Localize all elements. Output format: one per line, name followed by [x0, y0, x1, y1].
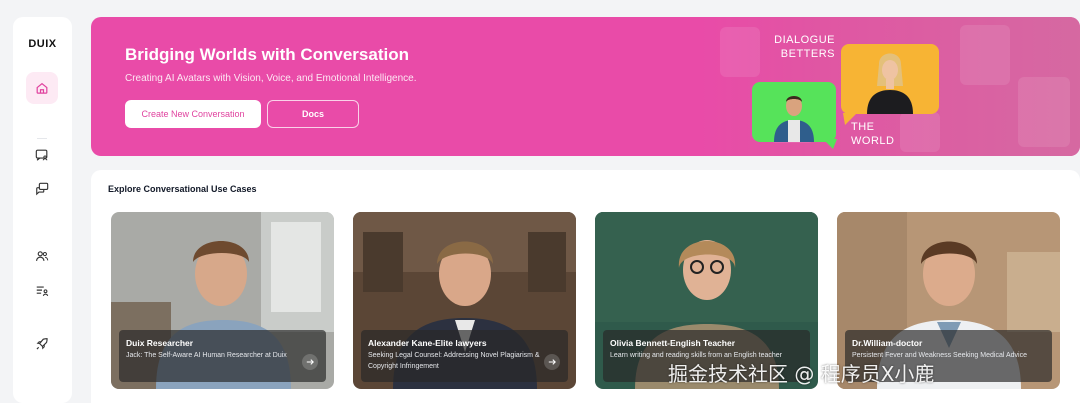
woman-portrait-image: [867, 53, 913, 114]
sidebar-item-chat-avatar[interactable]: [26, 139, 58, 171]
arrow-right-icon: [306, 359, 314, 365]
card-info-overlay: Duix Researcher Jack: The Self-Aware AI …: [119, 330, 326, 382]
list-user-icon: [36, 286, 49, 297]
hero-title: Bridging Worlds with Conversation: [125, 45, 409, 64]
card-name: Duix Researcher: [126, 338, 194, 348]
card-description: Jack: The Self-Aware AI Human Researcher…: [126, 352, 287, 359]
section-title: Explore Conversational Use Cases: [108, 184, 257, 194]
sidebar-item-list[interactable]: [26, 275, 58, 307]
sidebar-item-chat[interactable]: [26, 173, 58, 205]
home-icon: [36, 82, 48, 94]
art-text-betters: BETTERS: [780, 48, 835, 60]
art-text-the: THE: [851, 121, 875, 133]
hero-art-caption-top: DIALOGUE BETTERS: [741, 33, 835, 61]
docs-button[interactable]: Docs: [267, 100, 359, 128]
card-name: Olivia Bennett-English Teacher: [610, 338, 736, 348]
hero-banner: Bridging Worlds with Conversation Creati…: [91, 17, 1080, 156]
green-bubble-tail: [823, 139, 837, 149]
sidebar: DUIX: [13, 17, 72, 403]
card-name: Alexander Kane-Elite lawyers: [368, 338, 487, 348]
chat-avatar-icon: [35, 149, 48, 161]
sidebar-item-launch[interactable]: [26, 328, 58, 360]
man-portrait-image: [774, 96, 814, 142]
users-icon: [36, 251, 49, 261]
watermark-text: 掘金技术社区 @ 程序员X小鹿: [668, 362, 935, 386]
portrait-card-man: [752, 82, 836, 142]
card-name: Dr.William-doctor: [852, 338, 923, 348]
portrait-card-woman: [841, 44, 939, 114]
use-case-card-researcher[interactable]: Duix Researcher Jack: The Self-Aware AI …: [111, 212, 334, 389]
use-case-card-lawyer[interactable]: Alexander Kane-Elite lawyers Seeking Leg…: [353, 212, 576, 389]
create-conversation-button[interactable]: Create New Conversation: [125, 100, 261, 128]
art-text-world: WORLD: [851, 135, 895, 147]
rocket-icon: [36, 338, 48, 350]
sidebar-item-users[interactable]: [26, 240, 58, 272]
card-arrow-button[interactable]: [544, 354, 560, 370]
card-description: Seeking Legal Counsel: Addressing Novel …: [368, 352, 540, 370]
arrow-right-icon: [548, 359, 556, 365]
card-info-overlay: Alexander Kane-Elite lawyers Seeking Leg…: [361, 330, 568, 382]
chat-bubbles-icon: [36, 182, 49, 196]
card-arrow-button[interactable]: [302, 354, 318, 370]
art-text-dialogue: DIALOGUE: [774, 34, 835, 46]
sidebar-item-home[interactable]: [26, 72, 58, 104]
hero-subtitle: Creating AI Avatars with Vision, Voice, …: [125, 73, 417, 84]
hero-art-caption-bottom: THE WORLD: [851, 120, 911, 148]
app-logo: DUIX: [28, 38, 57, 50]
